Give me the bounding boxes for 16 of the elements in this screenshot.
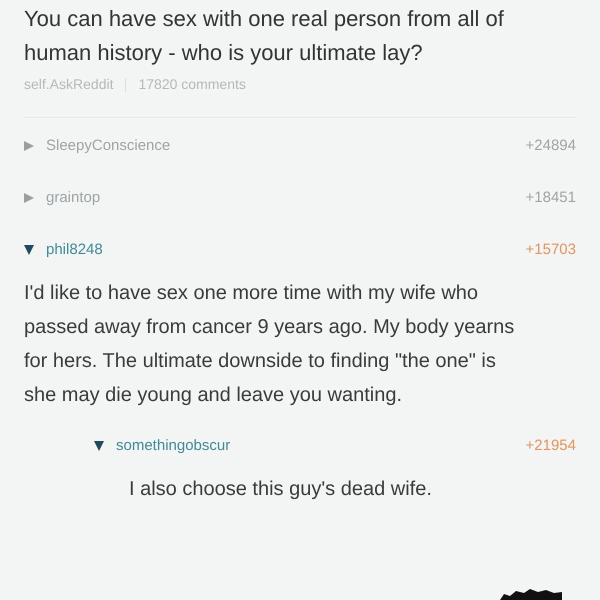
comment-author[interactable]: phil8248: [46, 238, 103, 262]
comment-score: +15703: [526, 240, 576, 260]
caret-icon[interactable]: [94, 441, 104, 451]
post-title: You can have sex with one real person from all of human history - who is your ultimate lay?: [24, 5, 505, 67]
comment-body: I'd like to have sex one more time with my wife who passed away from cancer 9 years ago. My body yearns for hers. The ultimate downside to finding "the one" is she may die young and leave you wanting.: [24, 281, 516, 408]
comment-author[interactable]: graintop: [46, 186, 100, 210]
caret-icon[interactable]: [24, 245, 34, 255]
comment-body: I also choose this guy's dead wife.: [128, 477, 433, 502]
comment-count: 17820 comments: [138, 75, 246, 94]
comment-score: +18451: [526, 188, 576, 208]
comment-author[interactable]: SleepyConscience: [46, 134, 170, 158]
scribble-drawing: [500, 588, 562, 600]
comment-author[interactable]: somethingobscur: [116, 434, 230, 458]
comment-score: +24894: [526, 136, 576, 156]
comment-score: +21954: [526, 436, 576, 456]
subreddit-link[interactable]: self.AskReddit: [24, 74, 114, 95]
